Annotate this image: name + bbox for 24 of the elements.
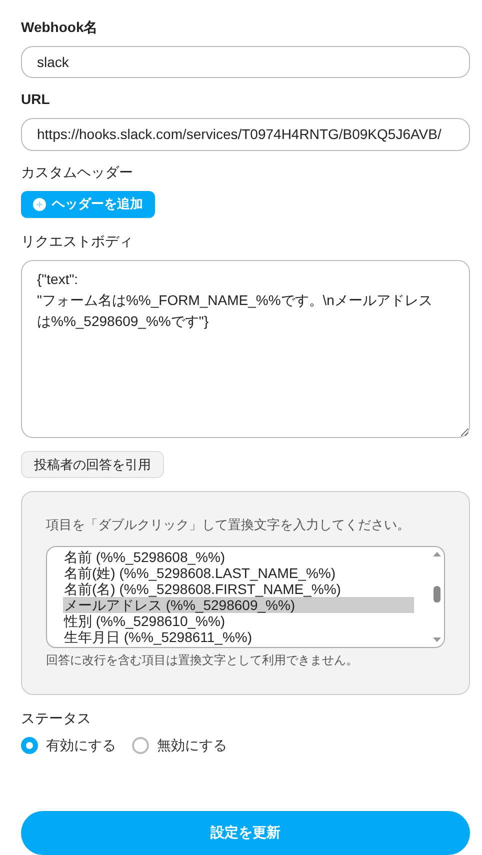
section-label: カスタムヘッダー [21,162,134,181]
text-field[interactable]: slack [21,46,470,78]
section-label: リクエストボディ [21,232,134,250]
field-listbox[interactable]: 名前 (%%_5298608_%%) 名前(姓) (%%_5298608.LAST_NAME_%%) 名前(名) (%%_5298608.FIRST_NAME_%%) メールアドレス (%%_5298609_%%) 性別 (%%_5298610_%%) 生年月日 (%%_5298611_%%) [46,546,445,648]
scrollbar-icon [432,550,442,643]
note-text: 回答に改行を含む項目は置換文字として利用できません。 [46,652,359,668]
instruction-text: 項目を「ダブルクリック」して置換文字を入力してください。 [46,516,411,534]
status-radio[interactable]: 有効にする [21,736,116,755]
status-radio[interactable]: 無効にする [132,736,227,755]
list-option[interactable]: メールアドレス (%%_5298609_%%) [63,596,414,613]
request-body-field[interactable]: {"text": "フォーム名は%%_FORM_NAME_%%です。\nメールアドレスは%%_5298609_%%です"} [21,260,470,438]
list-option[interactable]: 名前 (%%_5298608_%%) [63,548,414,565]
field-label: URL [21,90,51,108]
quote-answer-button[interactable]: 投稿者の回答を引用 [21,451,164,478]
section-label: ステータス [21,708,92,727]
list-option[interactable]: 性別 (%%_5298610_%%) [63,612,414,629]
list-option[interactable]: 名前(姓) (%%_5298608.LAST_NAME_%%) [63,564,414,581]
list-option[interactable]: 名前(名) (%%_5298608.FIRST_NAME_%%) [63,580,414,597]
radio-icon[interactable] [132,737,149,754]
list-option[interactable]: 生年月日 (%%_5298611_%%) [63,628,414,645]
plus-circle-icon [33,198,46,211]
text-field[interactable]: https://hooks.slack.com/services/T0974H4RNTG/B09KQ5J6AVB/ [21,118,470,151]
field-label: Webhook名 [21,18,99,36]
radio-icon[interactable] [21,737,38,754]
